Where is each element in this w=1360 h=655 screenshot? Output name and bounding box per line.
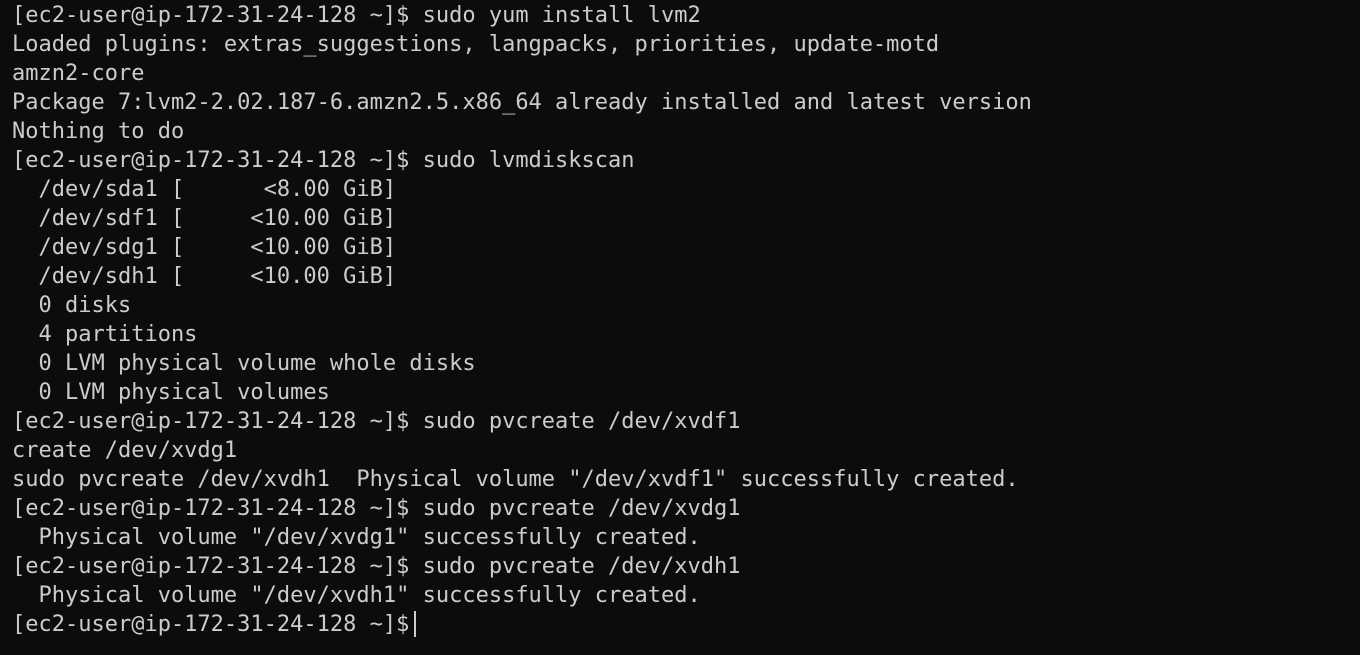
terminal-line-output: Loaded plugins: extras_suggestions, lang… [12, 32, 940, 57]
terminal-line-output: /dev/sda1 [ <8.00 GiB] [12, 177, 397, 202]
terminal-line-output: /dev/sdh1 [ <10.00 GiB] [12, 264, 397, 289]
terminal-line-output: /dev/sdf1 [ <10.00 GiB] [12, 206, 397, 231]
terminal-line-output: create /dev/xvdg1 [12, 438, 238, 463]
terminal-line-prompt: [ec2-user@ip-172-31-24-128 ~]$ sudo pvcr… [12, 496, 741, 521]
terminal-line-output: sudo pvcreate /dev/xvdh1 Physical volume… [12, 467, 1019, 492]
terminal-line-output: Physical volume "/dev/xvdh1" successfull… [12, 583, 701, 608]
terminal-line-prompt: [ec2-user@ip-172-31-24-128 ~]$ sudo pvcr… [12, 554, 741, 579]
terminal-prompt: [ec2-user@ip-172-31-24-128 ~]$ [12, 612, 410, 637]
terminal-line-output: Package 7:lvm2-2.02.187-6.amzn2.5.x86_64… [12, 90, 1032, 115]
terminal-line-output: Physical volume "/dev/xvdg1" successfull… [12, 525, 701, 550]
terminal-line-prompt: [ec2-user@ip-172-31-24-128 ~]$ sudo pvcr… [12, 409, 741, 434]
terminal-line-prompt: [ec2-user@ip-172-31-24-128 ~]$ sudo yum … [12, 3, 701, 28]
terminal-window[interactable]: [ec2-user@ip-172-31-24-128 ~]$ sudo yum … [0, 0, 1360, 655]
terminal-line-output: 0 LVM physical volume whole disks [12, 351, 476, 376]
terminal-line-output: 4 partitions [12, 322, 198, 347]
terminal-line-output: 0 disks [12, 293, 132, 318]
terminal-current-input-line[interactable]: [ec2-user@ip-172-31-24-128 ~]$ [12, 610, 1360, 639]
terminal-line-output: Nothing to do [12, 119, 185, 144]
terminal-line-output: /dev/sdg1 [ <10.00 GiB] [12, 235, 397, 260]
terminal-line-output: amzn2-core [12, 61, 145, 86]
terminal-line-output: 0 LVM physical volumes [12, 380, 330, 405]
text-cursor [414, 611, 417, 637]
terminal-line-prompt: [ec2-user@ip-172-31-24-128 ~]$ sudo lvmd… [12, 148, 635, 173]
